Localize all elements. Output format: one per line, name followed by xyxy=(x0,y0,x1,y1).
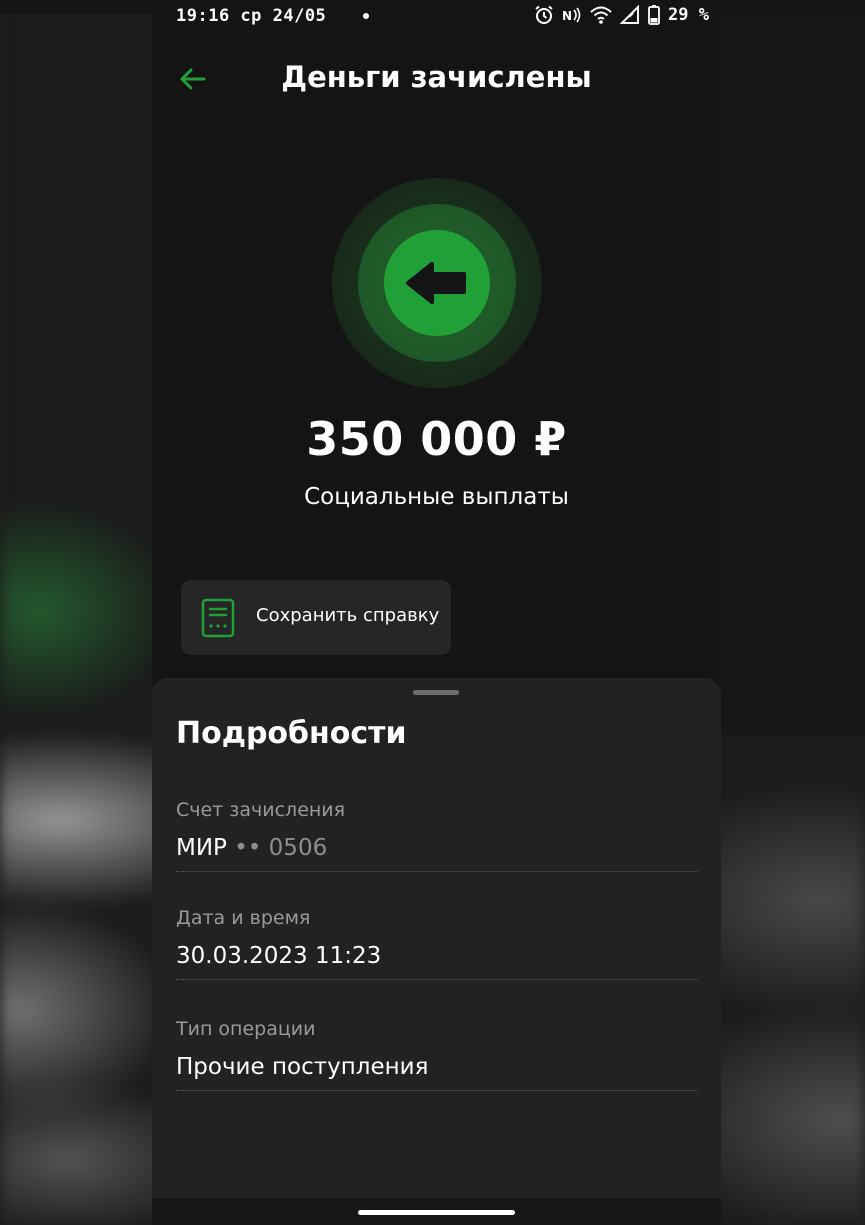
transfer-status-icon xyxy=(332,178,542,388)
details-sheet: Подробности Счет зачисления МИР •• 0506 … xyxy=(152,678,721,1198)
nfc-icon: N xyxy=(562,6,582,24)
status-time: 19:16 ср 24/05 xyxy=(176,6,327,26)
navigation-bar xyxy=(152,1198,721,1225)
datetime-label: Дата и время xyxy=(176,907,311,929)
detail-row-account[interactable]: Счет зачисления МИР •• 0506 xyxy=(176,799,698,872)
status-bar: 19:16 ср 24/05 N 29 % xyxy=(152,0,721,34)
incoming-arrow-icon xyxy=(384,230,490,336)
details-title: Подробности xyxy=(176,716,407,751)
battery-percent: 29 % xyxy=(668,5,709,25)
payment-description: Социальные выплаты xyxy=(304,484,569,510)
signal-icon xyxy=(620,5,640,25)
operation-type-label: Тип операции xyxy=(176,1018,316,1040)
svg-text:N: N xyxy=(562,9,572,23)
background-panel xyxy=(721,0,865,735)
page-title: Деньги зачислены xyxy=(281,60,592,94)
battery-icon xyxy=(648,5,660,25)
home-indicator[interactable] xyxy=(358,1210,515,1215)
datetime-value: 30.03.2023 11:23 xyxy=(176,943,382,969)
card-masked-number: •• 0506 xyxy=(234,835,328,861)
wifi-icon xyxy=(590,5,612,25)
detail-row-operation-type: Тип операции Прочие поступления xyxy=(176,1018,698,1091)
save-certificate-label: Сохранить справку xyxy=(256,605,440,626)
operation-type-value: Прочие поступления xyxy=(176,1054,429,1080)
account-value: МИР •• 0506 xyxy=(176,835,327,861)
save-certificate-button[interactable]: Сохранить справку xyxy=(181,580,451,655)
account-label: Счет зачисления xyxy=(176,799,346,821)
phone-screen: 19:16 ср 24/05 N 29 % Деньги зачислены 3… xyxy=(152,0,721,1225)
detail-row-datetime: Дата и время 30.03.2023 11:23 xyxy=(176,907,698,980)
amount: 350 000 ₽ xyxy=(306,412,567,466)
notification-dot xyxy=(363,13,369,19)
document-icon xyxy=(201,598,235,638)
card-brand: МИР xyxy=(176,835,227,861)
sheet-drag-handle[interactable] xyxy=(413,690,459,695)
status-icons: N 29 % xyxy=(534,5,709,25)
alarm-icon xyxy=(534,5,554,25)
header: Деньги зачислены xyxy=(152,48,721,108)
